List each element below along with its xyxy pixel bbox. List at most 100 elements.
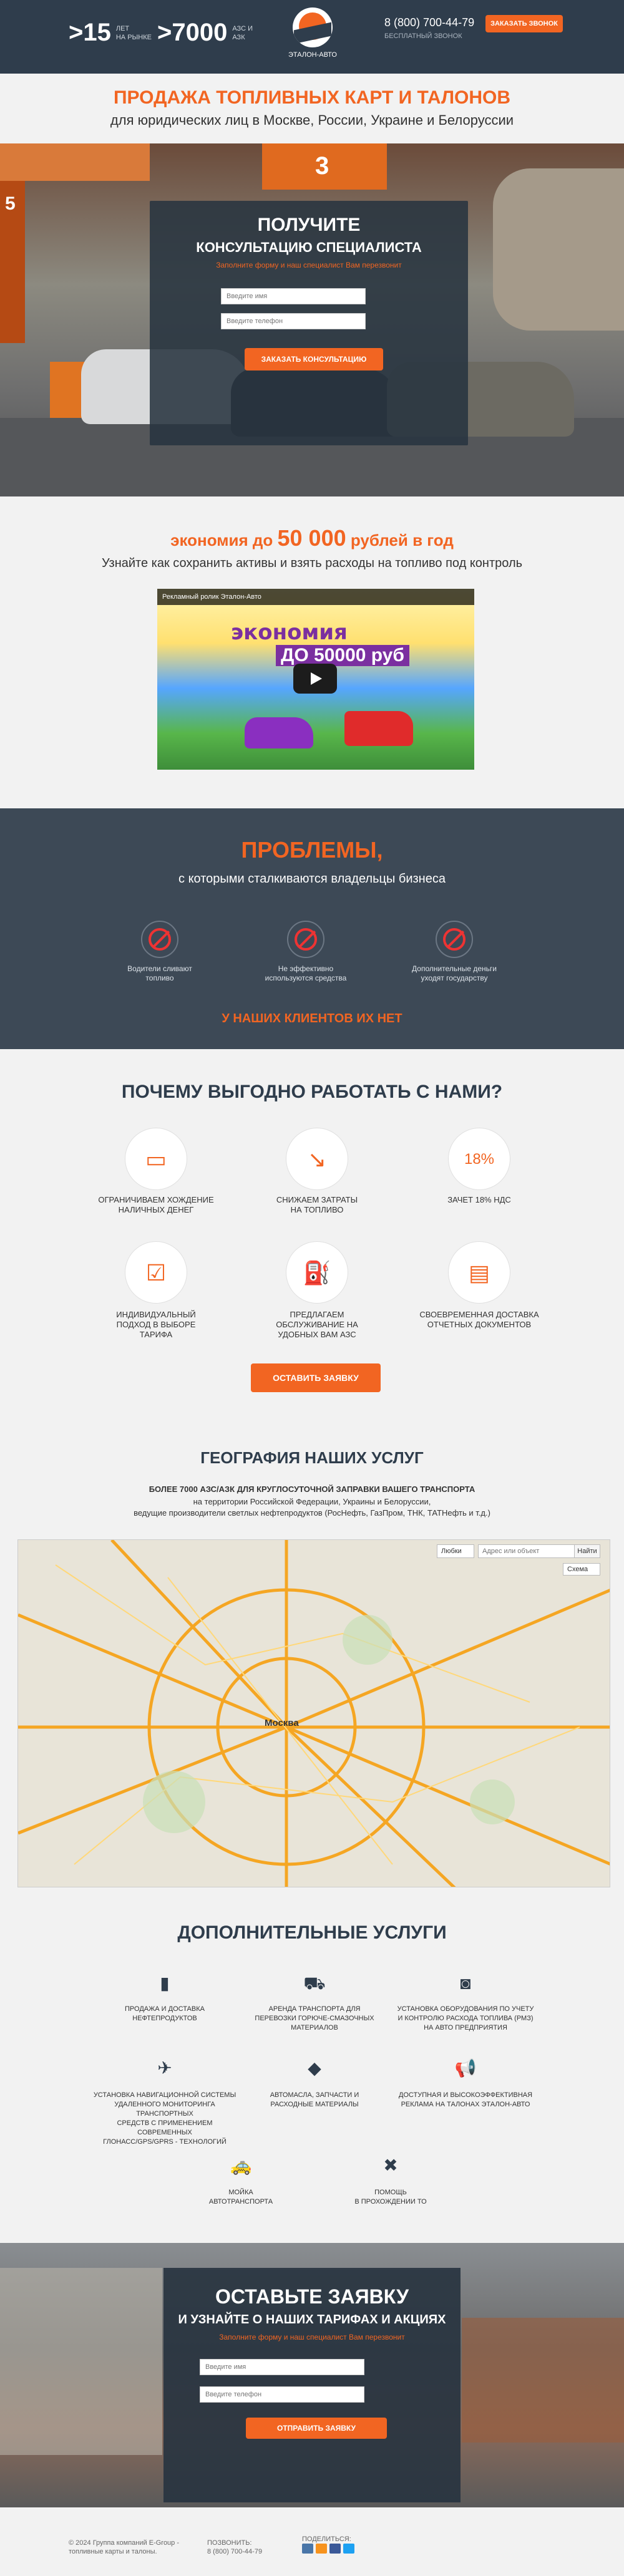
problems-subtitle: с которыми сталкиваются владельцы бизнес… [178,872,446,886]
request-form-subtitle: И УЗНАЙТЕ О НАШИХ ТАРИФАХ И АКЦИЯХ [178,2313,446,2327]
service-label-2: АРЕНДА ТРАНСПОРТА ДЛЯ ПЕРЕВОЗКИ ГОРЮЧЕ-С… [255,2005,374,2031]
map-roads [18,1540,610,1887]
map-city-label: Москва [265,1718,299,1728]
no-money-waste-icon [287,921,324,958]
order-consultation-button[interactable]: ЗАКАЗАТЬ КОНСУЛЬТАЦИЮ [245,348,383,370]
request-form-title: ОСТАВЬТЕ ЗАЯВКУ [215,2285,409,2308]
economy-suffix: рублей в год [346,531,454,550]
stat-stations: >7000 АЗС И АЗК [157,19,253,47]
consultation-form-subtitle: КОНСУЛЬТАЦИЮ СПЕЦИАЛИСТА [196,240,422,255]
promo-video[interactable]: Рекламный ролик Эталон-Авто экономия ДО … [157,589,474,770]
video-caption-2: ДО 50000 руб [276,645,409,666]
page-title: ПРОДАЖА ТОПЛИВНЫХ КАРТ И ТАЛОНОВ [113,87,511,108]
stat-years-label: ЛЕТ НА РЫНКЕ [115,24,152,41]
map-find-button[interactable]: Найти [574,1544,600,1558]
vk-icon[interactable] [302,2544,313,2554]
service-label-5: АВТОМАСЛА, ЗАПЧАСТИ И РАСХОДНЫЕ МАТЕРИАЛ… [270,2091,359,2108]
why-label-5: ПРЕДЛАГАЕМ ОБСЛУЖИВАНИЕ НА УДОБНЫХ ВАМ А… [276,1310,358,1339]
service-label-6: ДОСТУПНАЯ И ВЫСОКОЭФФЕКТИВНАЯ РЕКЛАМА НА… [398,2091,533,2108]
request-form: ОСТАВЬТЕ ЗАЯВКУ И УЗНАЙТЕ О НАШИХ ТАРИФА… [163,2268,461,2502]
service-label-3: УСТАНОВКА ОБОРУДОВАНИЯ ПО УЧЕТУ И КОНТРО… [397,2005,534,2031]
logo-text: ЭТАЛОН-АВТО [288,51,337,59]
service-label-4: УСТАНОВКА НАВИГАЦИОННОЙ СИСТЕМЫ УДАЛЕННО… [93,2091,236,2146]
header: >15 ЛЕТ НА РЫНКЕ >7000 АЗС И АЗК ЭТАЛОН-… [0,0,624,74]
megaphone-icon: 📢 [454,2058,477,2078]
stat-stations-label: АЗС И АЗК [232,24,253,41]
footer-phone[interactable]: 8 (800) 700-44-79 [207,2547,262,2556]
geography-line-3: ведущие производители светлых нефтепроду… [134,1508,490,1518]
problems-title: ПРОБЛЕМЫ, [241,837,383,863]
checkbox-icon: ☑ [125,1241,187,1304]
request-phone-input[interactable] [200,2386,364,2403]
header-phone[interactable]: 8 (800) 700-44-79 [384,16,474,29]
why-label-2: СНИЖАЕМ ЗАТРАТЫ НА ТОПЛИВО [276,1195,358,1214]
why-label-1: ОГРАНИЧИВАЕМ ХОЖДЕНИЕ НАЛИЧНЫХ ДЕНЕГ [98,1195,214,1214]
consultation-name-input[interactable] [221,288,366,304]
video-caption-1: экономия [231,620,348,645]
card-icon: ▭ [125,1128,187,1190]
pump-number-5: 5 [5,193,16,214]
consultation-form-title: ПОЛУЧИТЕ [257,215,361,235]
facebook-icon[interactable] [329,2544,341,2554]
map-type-select[interactable]: Схема [563,1563,600,1576]
problem-label-1: Водители сливают топливо [127,964,192,982]
oil-can-icon: ◆ [308,2058,321,2078]
logo-mark-icon [293,7,333,47]
economy-prefix: экономия до [170,531,278,550]
footer-copyright: © 2024 Группа компаний Е-Group - топливн… [69,2539,180,2555]
why-label-6: СВОЕВРЕМЕННАЯ ДОСТАВКА ОТЧЕТНЫХ ДОКУМЕНТ… [419,1310,539,1329]
economy-headline: экономия до 50 000 рублей в год [0,525,624,551]
order-call-button[interactable]: ЗАКАЗАТЬ ЗВОНОК [485,15,563,32]
no-tax-loss-icon [436,921,473,958]
stat-years: >15 ЛЕТ НА РЫНКЕ [69,19,152,47]
page-subtitle: для юридических лиц в Москве, России, Ук… [110,112,514,128]
document-icon: ▤ [448,1241,510,1304]
footer-share-label: ПОДЕЛИТЬСЯ: [302,2535,351,2543]
device-icon: ◙ [460,1973,471,1993]
send-request-button[interactable]: ОТПРАВИТЬ ЗАЯВКУ [246,2418,387,2439]
chart-down-icon: ↘ [286,1128,348,1190]
fuel-can-icon: ▮ [160,1973,170,1993]
service-label-7: МОЙКА АВТОТРАНСПОРТА [208,2189,273,2206]
service-label-1: ПРОДАЖА И ДОСТАВКА НЕФТЕПРОДУКТОВ [125,2005,205,2022]
consultation-form: ПОЛУЧИТЕ КОНСУЛЬТАЦИЮ СПЕЦИАЛИСТА Заполн… [150,201,468,445]
no-fuel-drain-icon [141,921,178,958]
stat-years-value: >15 [69,19,111,46]
geography-title: ГЕОГРАФИЯ НАШИХ УСЛУГ [200,1448,424,1467]
economy-subtitle: Узнайте как сохранить активы и взять рас… [101,556,523,570]
header-phone-caption: БЕСПЛАТНЫЙ ЗВОНОК [384,32,462,40]
tools-icon: ✖ [383,2156,398,2175]
leave-request-button[interactable]: ОСТАВИТЬ ЗАЯВКУ [251,1363,381,1392]
problems-none-text: У НАШИХ КЛИЕНТОВ ИХ НЕТ [222,1012,402,1025]
fuel-nozzle-icon: ⛽ [286,1241,348,1304]
pump-number-3: 3 [315,152,329,180]
service-label-8: ПОМОЩЬ В ПРОХОЖДЕНИИ ТО [354,2189,427,2206]
stat-stations-value: >7000 [157,19,228,46]
geography-line-1: БОЛЕЕ 7000 АЗС/АЗК ДЛЯ КРУГЛОСУТОЧНОЙ ЗА… [149,1484,475,1494]
why-label-3: ЗАЧЕТ 18% НДС [447,1195,511,1204]
geography-line-2: на территории Российской Федерации, Укра… [193,1497,431,1506]
problem-label-2: Не эффективно используются средства [265,964,347,982]
odnoklassniki-icon[interactable] [316,2544,327,2554]
request-form-hint: Заполните форму и наш специалист Вам пер… [219,2333,405,2341]
play-button-icon[interactable] [293,664,337,694]
twitter-icon[interactable] [343,2544,354,2554]
map-favorites-button[interactable]: Любки [437,1544,474,1558]
percent-icon: 18% [448,1128,510,1190]
purple-car-icon [245,717,313,748]
consultation-form-hint: Заполните форму и наш специалист Вам пер… [216,261,402,269]
economy-number: 50 000 [277,525,346,551]
additional-title: ДОПОЛНИТЕЛЬНЫЕ УСЛУГИ [177,1922,447,1943]
satellite-icon: ✈ [157,2058,172,2078]
stations-map[interactable] [17,1539,610,1887]
red-truck-icon [344,711,413,746]
car-wash-icon: 🚕 [230,2156,252,2175]
request-name-input[interactable] [200,2359,364,2375]
why-label-4: ИНДИВИДУАЛЬНЫЙ ПОДХОД В ВЫБОРЕ ТАРИФА [116,1310,196,1339]
why-title: ПОЧЕМУ ВЫГОДНО РАБОТАТЬ С НАМИ? [121,1082,503,1102]
truck-icon: ⛟ [303,1973,326,1993]
problem-label-3: Дополнительные деньги уходят государству [412,964,497,982]
video-title: Рекламный ролик Эталон-Авто [157,589,474,605]
consultation-phone-input[interactable] [221,313,366,329]
logo[interactable]: ЭТАЛОН-АВТО [288,4,337,69]
